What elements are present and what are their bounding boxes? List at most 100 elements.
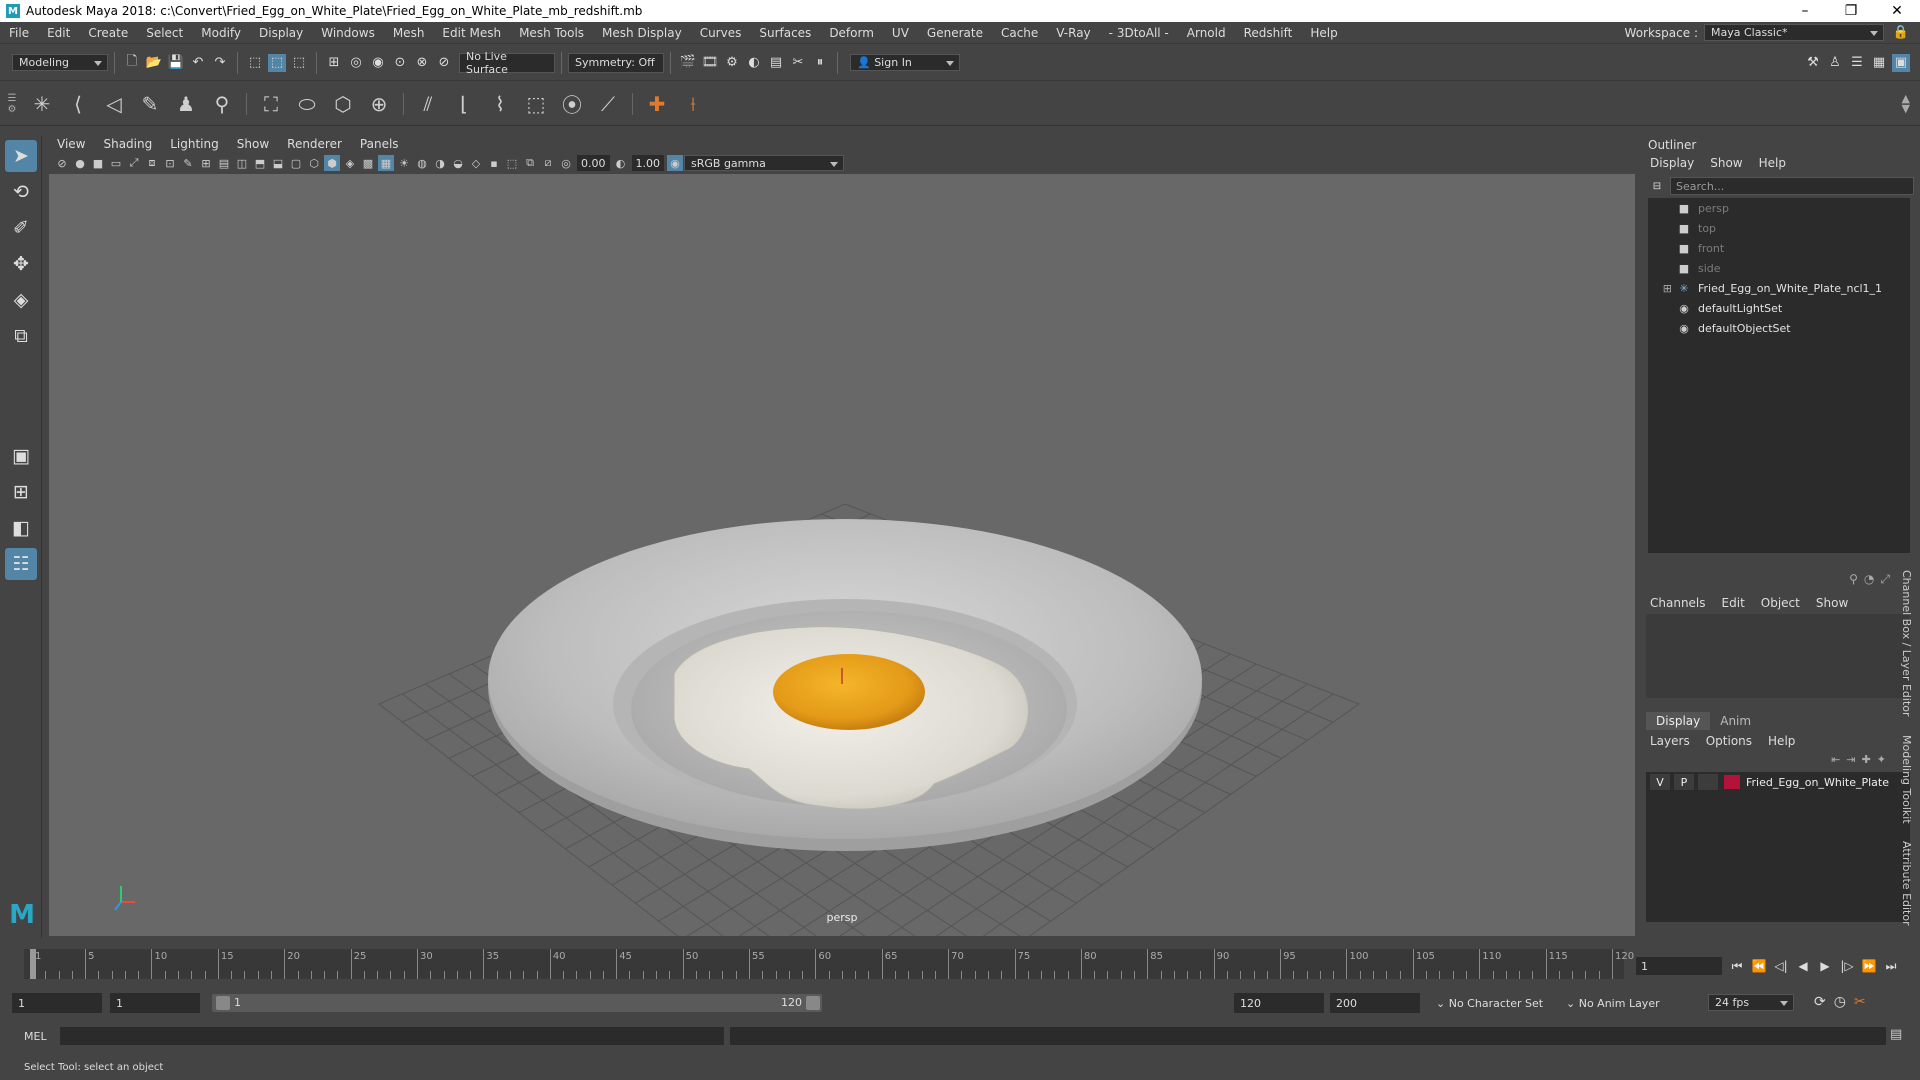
pause-icon[interactable]: ⏸ (811, 54, 829, 72)
side-view-icon[interactable]: ◧ (5, 512, 37, 544)
outliner-item[interactable]: ■ side (1648, 258, 1910, 278)
layer-display-type[interactable] (1698, 774, 1718, 790)
viewport-menu-view[interactable]: View (47, 137, 93, 151)
grease-pencil-icon[interactable]: ✎ (180, 155, 196, 171)
safe-action-icon[interactable]: ⬓ (270, 155, 286, 171)
filter-icon[interactable]: ⊟ (1650, 179, 1664, 193)
menu-generate[interactable]: Generate (918, 26, 992, 40)
single-view-icon[interactable]: ▣ (5, 440, 37, 472)
tab-display[interactable]: Display (1646, 712, 1711, 730)
ik-handle-icon[interactable]: ⚲ (207, 89, 237, 119)
channel-box-menu-edit[interactable]: Edit (1714, 596, 1753, 610)
layer-playback-toggle[interactable]: P (1674, 774, 1694, 790)
side-tab-modeling-toolkit[interactable]: Modeling Toolkit (1900, 735, 1913, 824)
save-scene-icon[interactable]: 💾 (167, 54, 185, 72)
ambient-occlusion-icon[interactable]: ◍ (414, 155, 430, 171)
camera-select-icon[interactable]: ⊘ (54, 155, 70, 171)
menu-create[interactable]: Create (79, 26, 137, 40)
menu-deform[interactable]: Deform (820, 26, 883, 40)
outliner-item[interactable]: ⊞ ✳ Fried_Egg_on_White_Plate_ncl1_1 (1648, 278, 1910, 298)
anim-layer-dropdown[interactable]: ⌄ No Anim Layer (1566, 997, 1660, 1010)
menu-modify[interactable]: Modify (192, 26, 250, 40)
channel-box-icon[interactable]: ▣ (1892, 53, 1910, 72)
maximize-button[interactable]: ❐ (1828, 0, 1874, 22)
outliner-layout-icon[interactable]: ☷ (5, 548, 37, 580)
new-scene-icon[interactable]: 🗋 (123, 54, 141, 72)
character-set-dropdown[interactable]: ⌄ No Character Set (1436, 997, 1543, 1010)
scale-tool-icon[interactable]: ⧉ (5, 320, 37, 352)
channel-box-help-icon[interactable]: ◔ (1864, 572, 1874, 586)
cube-icon[interactable]: ⬡ (328, 89, 358, 119)
menu-set-dropdown[interactable]: Modeling (12, 54, 108, 71)
textured-icon[interactable]: ▩ (360, 155, 376, 171)
menu-help[interactable]: Help (1301, 26, 1346, 40)
channel-box-menu-object[interactable]: Object (1753, 596, 1808, 610)
pencil-curve-icon[interactable]: ✎ (135, 89, 165, 119)
menu-3dtoall[interactable]: - 3DtoAll - (1100, 26, 1178, 40)
undo-icon[interactable]: ↶ (189, 54, 207, 72)
safe-title-icon[interactable]: ▢ (288, 155, 304, 171)
layer-menu-help[interactable]: Help (1760, 734, 1803, 748)
anti-aliasing-icon[interactable]: ◒ (450, 155, 466, 171)
script-editor-icon[interactable]: ▤ (1890, 1027, 1902, 1042)
four-view-icon[interactable]: ⊞ (5, 476, 37, 508)
play-backward-icon[interactable]: ◀ (1792, 955, 1814, 977)
redo-icon[interactable]: ↷ (211, 54, 229, 72)
ipr-render-icon[interactable]: 🎞 (701, 54, 719, 72)
current-frame-field[interactable]: 1 (1636, 957, 1722, 975)
step-forward-frame-icon[interactable]: |▷ (1836, 955, 1858, 977)
grid-toggle-icon[interactable]: ⊞ (198, 155, 214, 171)
sculpt-icon[interactable]: ⬭ (292, 89, 322, 119)
tool-settings-icon[interactable]: ▦ (1870, 54, 1888, 72)
paint-weights-icon[interactable]: ⛶ (256, 89, 286, 119)
move-tool-icon[interactable]: ✥ (5, 248, 37, 280)
workspace-dropdown[interactable]: Maya Classic* (1704, 24, 1884, 41)
shelf-settings[interactable]: ☰ ⚙ (0, 93, 24, 115)
paint-select-tool-icon[interactable]: ✐ (5, 212, 37, 244)
snap-view-icon[interactable]: ⊙ (391, 54, 409, 72)
shadows-icon[interactable]: ☀ (396, 155, 412, 171)
deform-icon[interactable]: ⫽ (413, 89, 443, 119)
menu-v-ray[interactable]: V-Ray (1047, 26, 1099, 40)
animation-prefs-icon[interactable]: ✂ (1854, 994, 1866, 1010)
menu-edit[interactable]: Edit (38, 26, 79, 40)
menu-uv[interactable]: UV (883, 26, 918, 40)
bend-icon[interactable]: ⌊ (449, 89, 479, 119)
curve-tool-icon[interactable]: ⟨ (63, 89, 93, 119)
go-to-end-icon[interactable]: ⏭ (1880, 955, 1902, 977)
shelf-menu-icon[interactable]: ☰ (8, 93, 17, 104)
outliner-menu-show[interactable]: Show (1702, 156, 1750, 170)
viewport-menu-renderer[interactable]: Renderer (277, 137, 350, 151)
pan-zoom-icon[interactable]: ⊡ (162, 155, 178, 171)
play-forward-icon[interactable]: ▶ (1814, 955, 1836, 977)
viewport-menu-show[interactable]: Show (227, 137, 277, 151)
menu-select[interactable]: Select (137, 26, 192, 40)
render-view-icon[interactable]: ▤ (767, 54, 785, 72)
viewport-menu-panels[interactable]: Panels (350, 137, 407, 151)
shelf-scroll[interactable]: ▲ ▼ (1902, 93, 1920, 114)
wire-icon[interactable]: ⟋ (593, 89, 623, 119)
new-layer-selected-icon[interactable]: ✦ (1877, 753, 1886, 766)
outliner-menu-help[interactable]: Help (1751, 156, 1794, 170)
menu-surfaces[interactable]: Surfaces (750, 26, 820, 40)
time-ruler[interactable]: 1 5 10 15 20 25 30 35 40 45 50 55 60 65 70 75 80 85 90 95 10… (24, 949, 1634, 979)
field-chart-icon[interactable]: ⬒ (252, 155, 268, 171)
step-back-frame-icon[interactable]: ◁| (1770, 955, 1792, 977)
animation-start-field[interactable]: 1 (12, 993, 102, 1013)
menu-windows[interactable]: Windows (312, 26, 384, 40)
xray-joints-icon[interactable]: ⧉ (522, 155, 538, 171)
viewport-menu-lighting[interactable]: Lighting (160, 137, 227, 151)
redshift-ipr-icon[interactable]: ✂ (789, 54, 807, 72)
range-end-handle[interactable] (806, 996, 820, 1010)
sign-in-dropdown[interactable]: 👤 Sign In (850, 54, 960, 71)
human-ik-icon[interactable]: ♙ (1826, 54, 1844, 72)
lock-icon[interactable]: 🔒 (1892, 24, 1910, 42)
go-to-start-icon[interactable]: ⏮ (1726, 955, 1748, 977)
fps-dropdown[interactable]: 24 fps (1708, 994, 1794, 1011)
layer-color-swatch[interactable] (1724, 775, 1740, 789)
channel-box-expand-icon[interactable]: ⤢ (1880, 572, 1890, 587)
outliner-item[interactable]: ■ top (1648, 218, 1910, 238)
select-tool-icon[interactable]: ➤ (5, 140, 37, 172)
locator-icon[interactable]: ✚ (642, 89, 672, 119)
range-bar[interactable]: 1 120 (212, 994, 822, 1012)
